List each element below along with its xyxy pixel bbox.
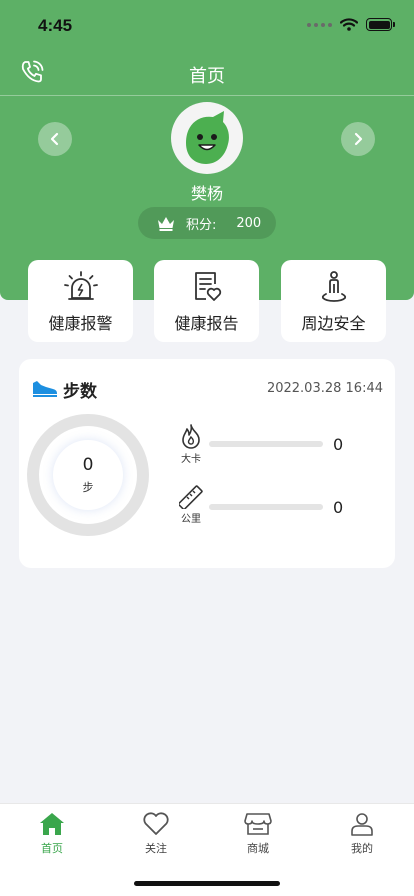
steps-card[interactable]: 步数 2022.03.28 16:44 0 步 大卡 0 公里 0 (19, 359, 395, 568)
steps-ring: 0 步 (27, 414, 149, 536)
feature-label: 健康报警 (48, 314, 113, 333)
points-label: 积分: (186, 217, 217, 233)
tab-follow[interactable]: 关注 (116, 812, 196, 856)
health-alarm-card[interactable]: 健康报警 (28, 260, 133, 342)
shoe-icon (33, 381, 57, 397)
health-report-card[interactable]: 健康报告 (154, 260, 259, 342)
home-indicator[interactable] (134, 881, 280, 886)
steps-title: 步数 (63, 382, 97, 402)
next-member-button[interactable] (341, 122, 375, 156)
calories-metric: 大卡 (177, 423, 205, 465)
chevron-right-icon (354, 132, 363, 146)
user-name: 樊杨 (190, 184, 223, 203)
page-title: 首页 (189, 66, 225, 87)
feature-label: 健康报告 (174, 314, 239, 333)
tab-home[interactable]: 首页 (12, 812, 92, 856)
signal-icon (307, 22, 332, 27)
steps-count: 0 (82, 455, 94, 475)
status-time: 4:45 (38, 16, 73, 35)
tab-label: 关注 (145, 842, 167, 855)
tab-label: 首页 (41, 842, 63, 855)
location-person-icon (321, 271, 346, 302)
tab-label: 商城 (247, 842, 269, 855)
home-icon (40, 813, 64, 835)
battery-icon (366, 18, 395, 31)
tab-label: 我的 (351, 842, 373, 855)
distance-bar (209, 504, 323, 510)
tab-store[interactable]: 商城 (218, 812, 298, 856)
steps-date: 2022.03.28 16:44 (266, 381, 383, 396)
status-bar: 4:45 (0, 0, 414, 50)
avatar[interactable] (171, 102, 243, 174)
smiley-avatar-icon (186, 111, 229, 164)
alarm-light-icon (63, 271, 98, 300)
nearby-safety-card[interactable]: 周边安全 (281, 260, 386, 342)
distance-metric: 公里 (177, 485, 205, 525)
distance-label: 公里 (181, 514, 201, 525)
calories-label: 大卡 (181, 454, 201, 465)
user-icon (351, 813, 373, 836)
tab-mine[interactable]: 我的 (322, 812, 402, 856)
prev-member-button[interactable] (38, 122, 72, 156)
points-value: 200 (236, 215, 262, 231)
report-heart-icon (194, 272, 221, 301)
status-icons (307, 18, 395, 31)
store-icon (244, 813, 272, 835)
points-badge: 积分: 200 (138, 207, 276, 239)
ruler-icon (179, 485, 203, 509)
chevron-left-icon (50, 132, 59, 146)
wifi-icon (340, 18, 358, 31)
steps-unit: 步 (82, 481, 94, 494)
nav-bar: 首页 (0, 50, 414, 96)
calories-value: 0 (333, 435, 344, 454)
feature-label: 周边安全 (301, 314, 366, 333)
crown-icon (158, 217, 174, 231)
flame-icon (182, 424, 200, 449)
heart-icon (143, 812, 169, 835)
distance-value: 0 (333, 498, 344, 517)
calories-bar (209, 441, 323, 447)
